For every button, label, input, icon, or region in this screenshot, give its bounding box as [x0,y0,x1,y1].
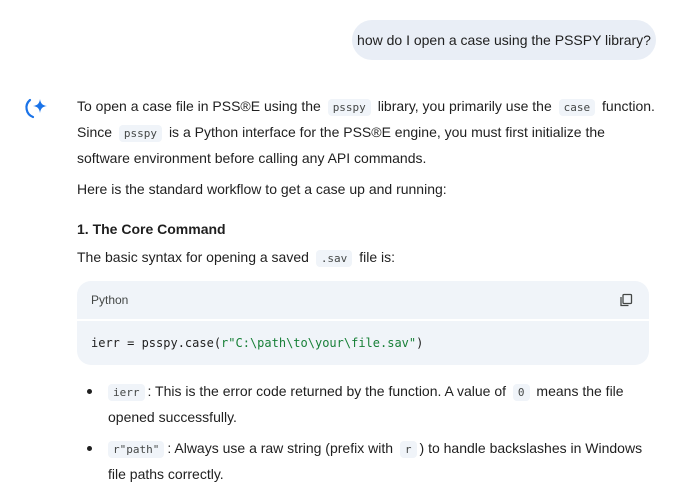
copy-code-button[interactable] [617,291,635,309]
intro-text-2: library, you primarily use the [377,98,552,114]
syntax-text-1: The basic syntax for opening a saved [77,249,309,265]
code-string-literal: r"C:\path\to\your\file.sav" [221,336,417,350]
bullet-list: ierr: This is the error code returned by… [77,379,657,486]
bullet-text-1: : Always use a raw string (prefix with [167,440,393,456]
intro-text-1: To open a case file in PSS®E using the [77,98,321,114]
section-heading: 1. The Core Command [77,221,226,237]
code-block-header: Python [77,281,649,321]
code-content[interactable]: ierr = psspy.case(r"C:\path\to\your\file… [77,321,649,365]
bullet-dot [87,389,92,394]
copy-icon [620,293,633,307]
inline-code-zero: 0 [512,384,530,401]
inline-code-ierr: ierr [108,384,145,401]
inline-code-psspy: psspy [327,99,371,116]
assistant-response: To open a case file in PSS®E using the p… [77,94,657,493]
code-suffix: ) [416,336,424,350]
syntax-text-2: file is: [359,249,395,265]
user-message-text: how do I open a case using the PSSPY lib… [357,32,651,48]
inline-code-case: case [558,99,596,116]
bullet-text-1: : This is the error code returned by the… [147,383,507,399]
workflow-paragraph: Here is the standard workflow to get a c… [77,181,447,197]
inline-code-psspy-2: psspy [118,125,163,142]
code-prefix: ierr = psspy.case( [91,336,222,350]
bullet-dot [87,446,92,451]
inline-code-r: r [399,441,417,458]
gemini-sparkle-icon [24,96,50,122]
list-item: ierr: This is the error code returned by… [77,379,657,429]
inline-code-rpath: r"path" [108,441,165,458]
user-message-bubble: how do I open a case using the PSSPY lib… [352,20,656,60]
code-language-label: Python [91,293,129,307]
intro-paragraph: To open a case file in PSS®E using the p… [77,94,657,170]
inline-code-sav: .sav [315,250,353,267]
syntax-paragraph: The basic syntax for opening a saved .sa… [77,245,657,271]
code-block: Python ierr = psspy.case(r"C:\path\to\yo… [77,281,649,365]
